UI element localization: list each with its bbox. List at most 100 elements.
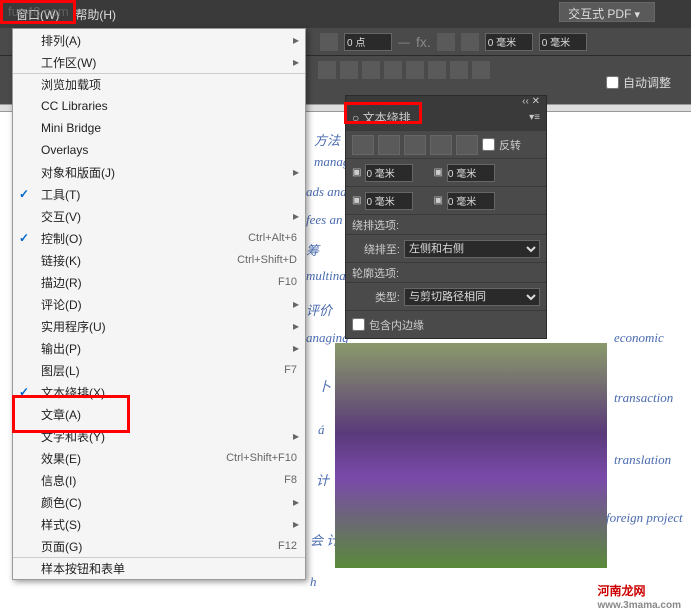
check-icon: ✓ bbox=[19, 187, 29, 201]
menu-item-15[interactable]: 图层(L)F7 bbox=[13, 359, 305, 381]
menu-item-label: 样式(S) bbox=[41, 516, 297, 533]
wrap-none-icon[interactable] bbox=[352, 135, 374, 155]
swatch-1[interactable] bbox=[318, 61, 336, 79]
offset-top-input[interactable] bbox=[365, 164, 413, 182]
menu-item-21[interactable]: 颜色(C)▸ bbox=[13, 491, 305, 513]
wrap-to-label: 绕排至: bbox=[352, 241, 400, 257]
submenu-arrow-icon: ▸ bbox=[293, 517, 299, 531]
menu-item-shortcut: F7 bbox=[284, 364, 297, 376]
offset-input-2[interactable] bbox=[539, 33, 587, 51]
doc-text: 卜 bbox=[318, 376, 331, 395]
doc-text: á bbox=[318, 422, 325, 438]
panel-menu-icon[interactable]: ▾≡ bbox=[529, 112, 540, 123]
invert-label: 反转 bbox=[499, 137, 521, 153]
swatch-8[interactable] bbox=[472, 61, 490, 79]
menu-item-4[interactable]: Mini Bridge bbox=[13, 117, 305, 139]
wrap-shape-icon[interactable] bbox=[404, 135, 426, 155]
wrap-to-select[interactable]: 左侧和右侧 bbox=[404, 240, 540, 258]
menu-item-shortcut: Ctrl+Shift+F10 bbox=[226, 452, 297, 464]
menu-item-0[interactable]: 排列(A)▸ bbox=[13, 29, 305, 51]
doc-text: h bbox=[310, 574, 317, 590]
swatch-2[interactable] bbox=[340, 61, 358, 79]
submenu-arrow-icon: ▸ bbox=[293, 33, 299, 47]
submenu-arrow-icon: ▸ bbox=[293, 297, 299, 311]
menu-item-11[interactable]: 描边(R)F10 bbox=[13, 271, 305, 293]
menu-item-9[interactable]: ✓控制(O)Ctrl+Alt+6 bbox=[13, 227, 305, 249]
menu-item-label: 交互(V) bbox=[41, 208, 297, 225]
swatch-5[interactable] bbox=[406, 61, 424, 79]
highlight-text-wrap-item bbox=[12, 395, 130, 433]
doc-text: ads and bbox=[306, 184, 347, 200]
menu-item-label: 样本按钮和表单 bbox=[41, 560, 297, 577]
menu-item-label: 效果(E) bbox=[41, 450, 226, 467]
menu-item-shortcut: F8 bbox=[284, 474, 297, 486]
include-inside-row: 包含内边缘 bbox=[346, 310, 546, 338]
submenu-arrow-icon: ▸ bbox=[293, 55, 299, 69]
menu-item-13[interactable]: 实用程序(U)▸ bbox=[13, 315, 305, 337]
menu-item-24[interactable]: 样本按钮和表单 bbox=[13, 557, 305, 579]
menu-item-14[interactable]: 输出(P)▸ bbox=[13, 337, 305, 359]
swatch-3[interactable] bbox=[362, 61, 380, 79]
stroke-weight-input[interactable] bbox=[344, 33, 392, 51]
menu-item-label: 控制(O) bbox=[41, 230, 248, 247]
stroke-icon[interactable] bbox=[320, 33, 338, 51]
swatch-7[interactable] bbox=[450, 61, 468, 79]
doc-text: 方法 bbox=[314, 130, 340, 149]
menu-item-19[interactable]: 效果(E)Ctrl+Shift+F10 bbox=[13, 447, 305, 469]
include-inside-checkbox[interactable] bbox=[352, 318, 365, 331]
check-icon: ✓ bbox=[19, 231, 29, 245]
align-icon-2[interactable] bbox=[461, 33, 479, 51]
menu-item-label: 排列(A) bbox=[41, 32, 297, 49]
type-select[interactable]: 与剪切路径相同 bbox=[404, 288, 540, 306]
contour-options-label: 轮廓选项: bbox=[346, 262, 546, 282]
submenu-arrow-icon: ▸ bbox=[293, 319, 299, 333]
pdf-mode-button[interactable]: 交互式 PDF ▾ bbox=[559, 2, 655, 22]
menu-item-label: 浏览加载项 bbox=[41, 76, 297, 93]
submenu-arrow-icon: ▸ bbox=[293, 165, 299, 179]
menu-item-1[interactable]: 工作区(W)▸ bbox=[13, 51, 305, 73]
footer-watermark: 河南龙网 www.3mama.com bbox=[597, 579, 681, 611]
menu-item-12[interactable]: 评论(D)▸ bbox=[13, 293, 305, 315]
menu-item-label: 描边(R) bbox=[41, 274, 278, 291]
swatch-6[interactable] bbox=[428, 61, 446, 79]
highlight-menu-window bbox=[0, 0, 76, 24]
menu-item-22[interactable]: 样式(S)▸ bbox=[13, 513, 305, 535]
offset-bottom-input[interactable] bbox=[365, 192, 413, 210]
menu-item-20[interactable]: 信息(I)F8 bbox=[13, 469, 305, 491]
menu-item-2[interactable]: 浏览加载项 bbox=[13, 73, 305, 95]
wrap-column-icon[interactable] bbox=[456, 135, 478, 155]
submenu-arrow-icon: ▸ bbox=[293, 429, 299, 443]
menu-item-7[interactable]: ✓工具(T) bbox=[13, 183, 305, 205]
menu-item-label: 图层(L) bbox=[41, 362, 284, 379]
menu-item-shortcut: Ctrl+Shift+D bbox=[237, 254, 297, 266]
menu-item-5[interactable]: Overlays bbox=[13, 139, 305, 161]
menu-item-label: 工作区(W) bbox=[41, 54, 297, 71]
submenu-arrow-icon: ▸ bbox=[293, 341, 299, 355]
menu-item-3[interactable]: CC Libraries bbox=[13, 95, 305, 117]
menu-item-10[interactable]: 链接(K)Ctrl+Shift+D bbox=[13, 249, 305, 271]
menu-item-23[interactable]: 页面(G)F12 bbox=[13, 535, 305, 557]
offset-right-input[interactable] bbox=[447, 192, 495, 210]
panel-collapse-icon[interactable]: ‹‹ ✕ bbox=[522, 96, 540, 104]
offset-row-1: ▣ ▣ bbox=[346, 158, 546, 186]
swatch-4[interactable] bbox=[384, 61, 402, 79]
text-wrap-panel: ‹‹ ✕ ○ 文本绕排 ▾≡ 反转 ▣ ▣ ▣ ▣ 绕排选项: 绕排至: 左侧和… bbox=[345, 95, 547, 339]
menu-item-8[interactable]: 交互(V)▸ bbox=[13, 205, 305, 227]
align-icon-1[interactable] bbox=[437, 33, 455, 51]
doc-text: economic bbox=[614, 330, 664, 346]
wrap-bbox-icon[interactable] bbox=[378, 135, 400, 155]
include-inside-label: 包含内边缘 bbox=[369, 317, 424, 333]
submenu-arrow-icon: ▸ bbox=[293, 495, 299, 509]
placed-image[interactable] bbox=[335, 343, 607, 568]
auto-fit-checkbox[interactable]: 自动调整 bbox=[606, 74, 671, 91]
menu-item-6[interactable]: 对象和版面(J)▸ bbox=[13, 161, 305, 183]
invert-checkbox[interactable] bbox=[482, 138, 495, 151]
wrap-jump-icon[interactable] bbox=[430, 135, 452, 155]
menu-item-label: 输出(P) bbox=[41, 340, 297, 357]
doc-text: 评价 bbox=[306, 300, 332, 319]
offset-left-input[interactable] bbox=[447, 164, 495, 182]
doc-text: fees an bbox=[306, 212, 342, 228]
wrap-to-row: 绕排至: 左侧和右侧 bbox=[346, 234, 546, 262]
offset-input-1[interactable] bbox=[485, 33, 533, 51]
menu-item-label: 链接(K) bbox=[41, 252, 237, 269]
